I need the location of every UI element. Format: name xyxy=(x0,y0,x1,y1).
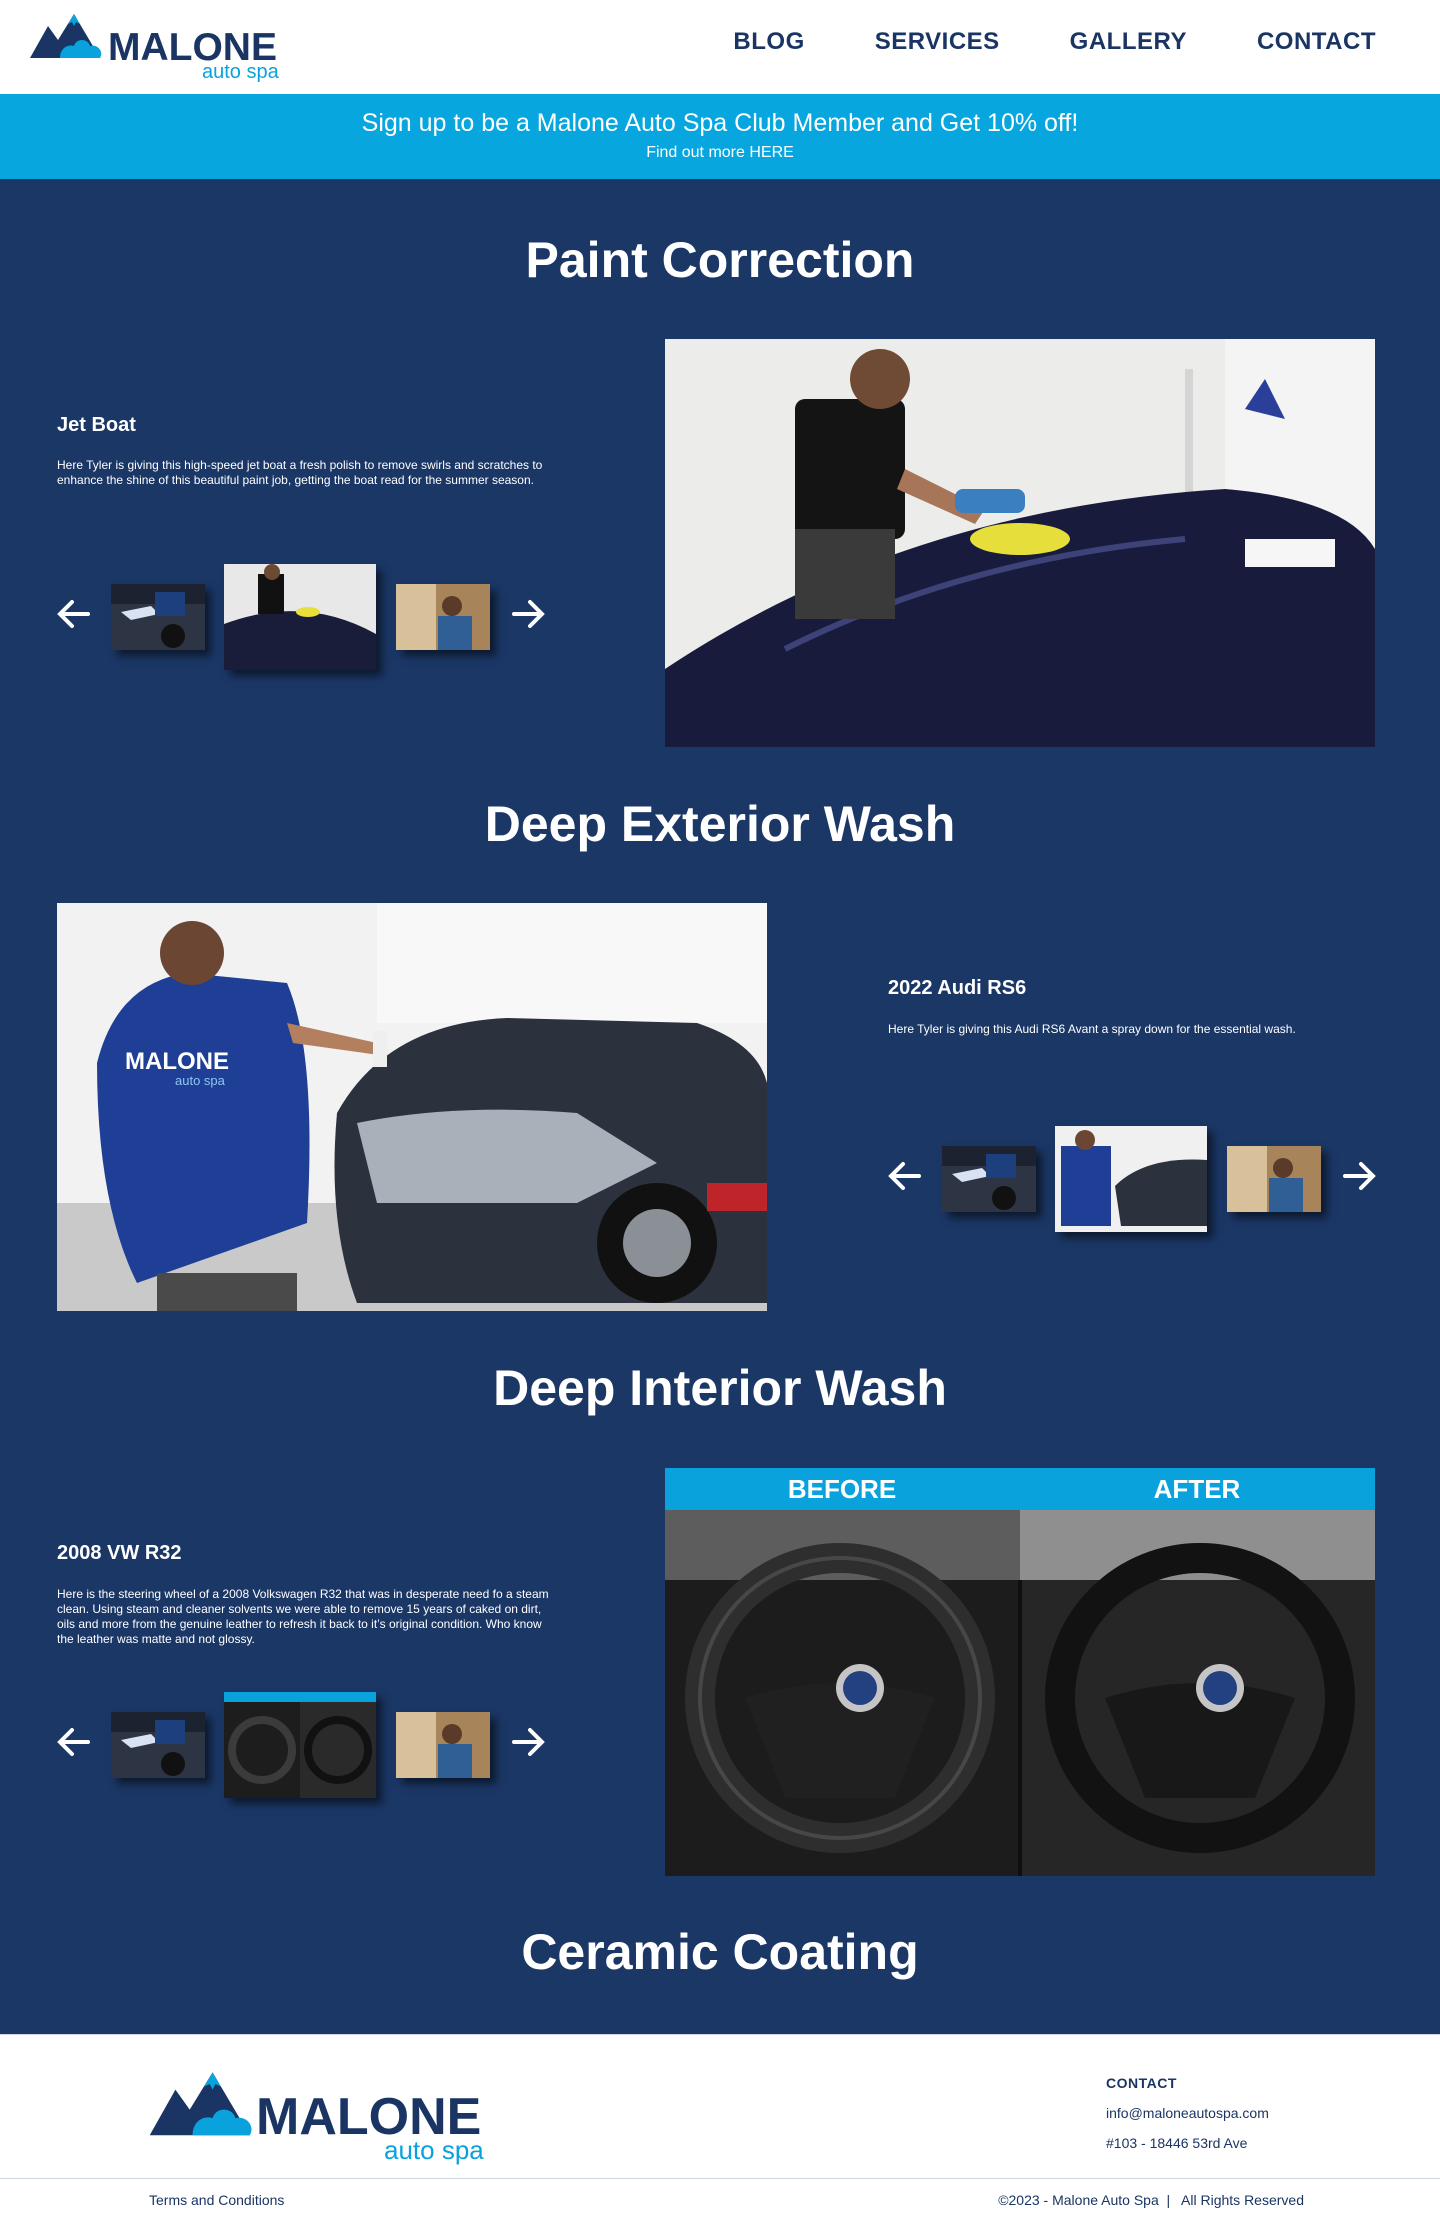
mountain-logo-icon xyxy=(149,2072,252,2136)
section-title-ceramic-coating: Ceramic Coating xyxy=(521,1924,919,1980)
main-nav: BLOG SERVICES GALLERY CONTACT xyxy=(733,28,1376,56)
promo-banner: Sign up to be a Malone Auto Spa Club Mem… xyxy=(0,94,1440,179)
section-title-deep-interior-wash: Deep Interior Wash xyxy=(493,1360,947,1416)
item-title-jet-boat: Jet Boat xyxy=(57,414,136,436)
arrow-left-icon[interactable] xyxy=(885,1156,925,1196)
item-desc-vw-r32: Here is the steering wheel of a 2008 Vol… xyxy=(57,1587,549,1646)
after-label: AFTER xyxy=(1154,1474,1241,1504)
thumbnail-steering-before-after[interactable] xyxy=(224,1692,376,1798)
thumbnail-interior[interactable] xyxy=(1227,1146,1321,1212)
promo-link[interactable]: Find out more HERE xyxy=(0,144,1440,162)
services-gallery: Paint Correction Jet Boat Here Tyler is … xyxy=(0,179,1440,2034)
footer-email[interactable]: info@maloneautospa.com xyxy=(1106,2105,1269,2121)
section-title-paint-correction: Paint Correction xyxy=(525,232,915,288)
photo-jet-boat-polish xyxy=(665,339,1375,747)
item-title-audi-rs6: 2022 Audi RS6 xyxy=(888,977,1027,999)
carousel-interior xyxy=(54,1692,554,1802)
copyright-text: ©2023 - Malone Auto Spa | All Rights Res… xyxy=(998,2192,1304,2208)
section-title-deep-exterior-wash: Deep Exterior Wash xyxy=(484,796,956,852)
footer-divider xyxy=(0,2178,1440,2179)
site-footer: MALONE auto spa CONTACT info@maloneautos… xyxy=(0,2034,1440,2222)
thumbnail-boat[interactable] xyxy=(224,564,376,670)
nav-services[interactable]: SERVICES xyxy=(875,28,1000,56)
site-header: MALONE auto spa BLOG SERVICES GALLERY CO… xyxy=(0,0,1440,94)
arrow-right-icon[interactable] xyxy=(508,594,548,634)
thumbnail-interior[interactable] xyxy=(396,1712,490,1778)
photo-steering-wheel-before-after: BEFORE AFTER xyxy=(665,1468,1375,1876)
footer-address: #103 - 18446 53rd Ave xyxy=(1106,2135,1248,2151)
item-desc-jet-boat: Here Tyler is giving this high-speed jet… xyxy=(57,458,543,487)
footer-contact-heading: CONTACT xyxy=(1106,2075,1177,2091)
nav-blog[interactable]: BLOG xyxy=(733,28,804,56)
thumbnail-audi[interactable] xyxy=(111,1712,205,1778)
before-label: BEFORE xyxy=(788,1474,896,1504)
logo-sub-text: auto spa xyxy=(202,61,279,83)
thumbnail-audi[interactable] xyxy=(942,1146,1036,1212)
mountain-logo-icon xyxy=(30,14,102,58)
site-logo[interactable]: MALONE auto spa xyxy=(30,6,300,84)
nav-gallery[interactable]: GALLERY xyxy=(1070,28,1187,56)
thumbnail-spray-wash[interactable] xyxy=(1055,1126,1207,1232)
item-title-vw-r32: 2008 VW R32 xyxy=(57,1542,182,1564)
footer-logo[interactable]: MALONE auto spa xyxy=(146,2061,526,2171)
terms-link[interactable]: Terms and Conditions xyxy=(149,2192,284,2208)
footer-contact: CONTACT info@maloneautospa.com #103 - 18… xyxy=(1106,2075,1269,2151)
nav-contact[interactable]: CONTACT xyxy=(1257,28,1376,56)
item-desc-audi-rs6: Here Tyler is giving this Audi RS6 Avant… xyxy=(888,1022,1296,1036)
arrow-right-icon[interactable] xyxy=(1339,1156,1379,1196)
arrow-left-icon[interactable] xyxy=(54,1722,94,1762)
footer-logo-sub: auto spa xyxy=(384,2135,484,2165)
photo-audi-spray: MALONE auto spa xyxy=(57,903,767,1311)
carousel-exterior xyxy=(885,1126,1385,1236)
thumbnail-audi[interactable] xyxy=(111,584,205,650)
arrow-right-icon[interactable] xyxy=(508,1722,548,1762)
carousel-paint xyxy=(54,564,554,674)
shirt-logo-text: MALONE xyxy=(125,1048,229,1075)
promo-title: Sign up to be a Malone Auto Spa Club Mem… xyxy=(361,109,1079,137)
shirt-logo-sub: auto spa xyxy=(175,1073,226,1088)
thumbnail-interior[interactable] xyxy=(396,584,490,650)
arrow-left-icon[interactable] xyxy=(54,594,94,634)
